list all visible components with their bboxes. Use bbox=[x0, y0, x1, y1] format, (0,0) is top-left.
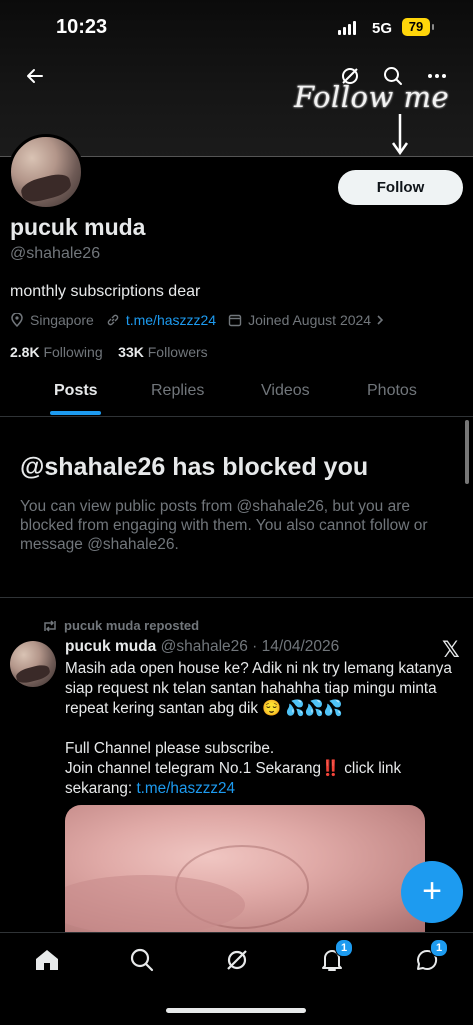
profile-bio: monthly subscriptions dear bbox=[10, 283, 201, 300]
home-icon[interactable] bbox=[32, 945, 62, 975]
profile-link[interactable]: t.me/haszzz24 bbox=[126, 312, 216, 328]
home-indicator bbox=[166, 1008, 306, 1013]
followers-link[interactable]: 33K Followers bbox=[118, 344, 207, 360]
scrollbar[interactable] bbox=[465, 420, 469, 484]
notifications-icon[interactable]: 1 bbox=[317, 939, 353, 975]
notifications-badge: 1 bbox=[335, 939, 353, 957]
profile-name: pucuk muda bbox=[10, 214, 146, 240]
repost-icon bbox=[44, 619, 56, 632]
arrow-down-icon bbox=[391, 114, 409, 156]
profile-joined[interactable]: Joined August 2024 bbox=[248, 312, 371, 328]
search-icon[interactable] bbox=[127, 945, 157, 975]
following-link[interactable]: 2.8K Following bbox=[10, 344, 103, 360]
link-icon bbox=[106, 312, 122, 328]
tab-photos[interactable]: Photos bbox=[367, 382, 417, 400]
profile-meta: Singapore t.me/haszzz24 Joined August 20… bbox=[10, 312, 395, 328]
chevron-right-icon[interactable] bbox=[375, 312, 391, 328]
back-arrow-icon[interactable] bbox=[20, 61, 50, 91]
blocked-title: @shahale26 has blocked you bbox=[20, 453, 369, 481]
profile-tabs: Posts Replies Videos Photos bbox=[0, 370, 473, 417]
messages-icon[interactable]: 1 bbox=[412, 939, 448, 975]
tab-posts[interactable]: Posts bbox=[54, 382, 98, 400]
profile-stats: 2.8K Following 33K Followers bbox=[10, 344, 208, 360]
status-time: 10:23 bbox=[56, 16, 108, 38]
grok-icon[interactable] bbox=[222, 945, 252, 975]
calendar-icon bbox=[228, 312, 244, 328]
tab-indicator bbox=[50, 411, 101, 415]
tab-replies[interactable]: Replies bbox=[151, 382, 204, 400]
post-avatar[interactable] bbox=[10, 641, 56, 687]
profile-avatar[interactable] bbox=[8, 134, 84, 210]
post-author-name[interactable]: pucuk muda bbox=[65, 638, 156, 655]
post-author-handle-date: @shahale26 · 14/04/2026 bbox=[160, 638, 340, 655]
follow-button[interactable]: Follow bbox=[338, 170, 463, 205]
post-text: Masih ada open house ke? Adik ni nk try … bbox=[65, 660, 452, 797]
profile-handle: @shahale26 bbox=[10, 245, 101, 262]
repost-label: pucuk muda reposted bbox=[42, 618, 199, 633]
post-link[interactable]: t.me/haszzz24 bbox=[136, 780, 235, 797]
blocked-description: You can view public posts from @shahale2… bbox=[20, 498, 428, 553]
location-icon bbox=[10, 312, 26, 328]
network-label: 5G bbox=[372, 20, 393, 37]
profile-location: Singapore bbox=[30, 312, 94, 328]
signal-icon bbox=[338, 21, 356, 35]
status-bar: 10:23 5G 79 bbox=[0, 0, 473, 58]
tab-videos[interactable]: Videos bbox=[261, 382, 310, 400]
compose-button[interactable]: + bbox=[401, 861, 463, 923]
divider bbox=[0, 597, 473, 598]
banner-overlay-text: Follow me bbox=[294, 80, 450, 114]
post-media[interactable] bbox=[65, 805, 425, 935]
messages-badge: 1 bbox=[430, 939, 448, 957]
post-header: pucuk muda @shahale26 · 14/04/2026 bbox=[65, 638, 339, 656]
battery-icon: 79 bbox=[402, 18, 434, 36]
